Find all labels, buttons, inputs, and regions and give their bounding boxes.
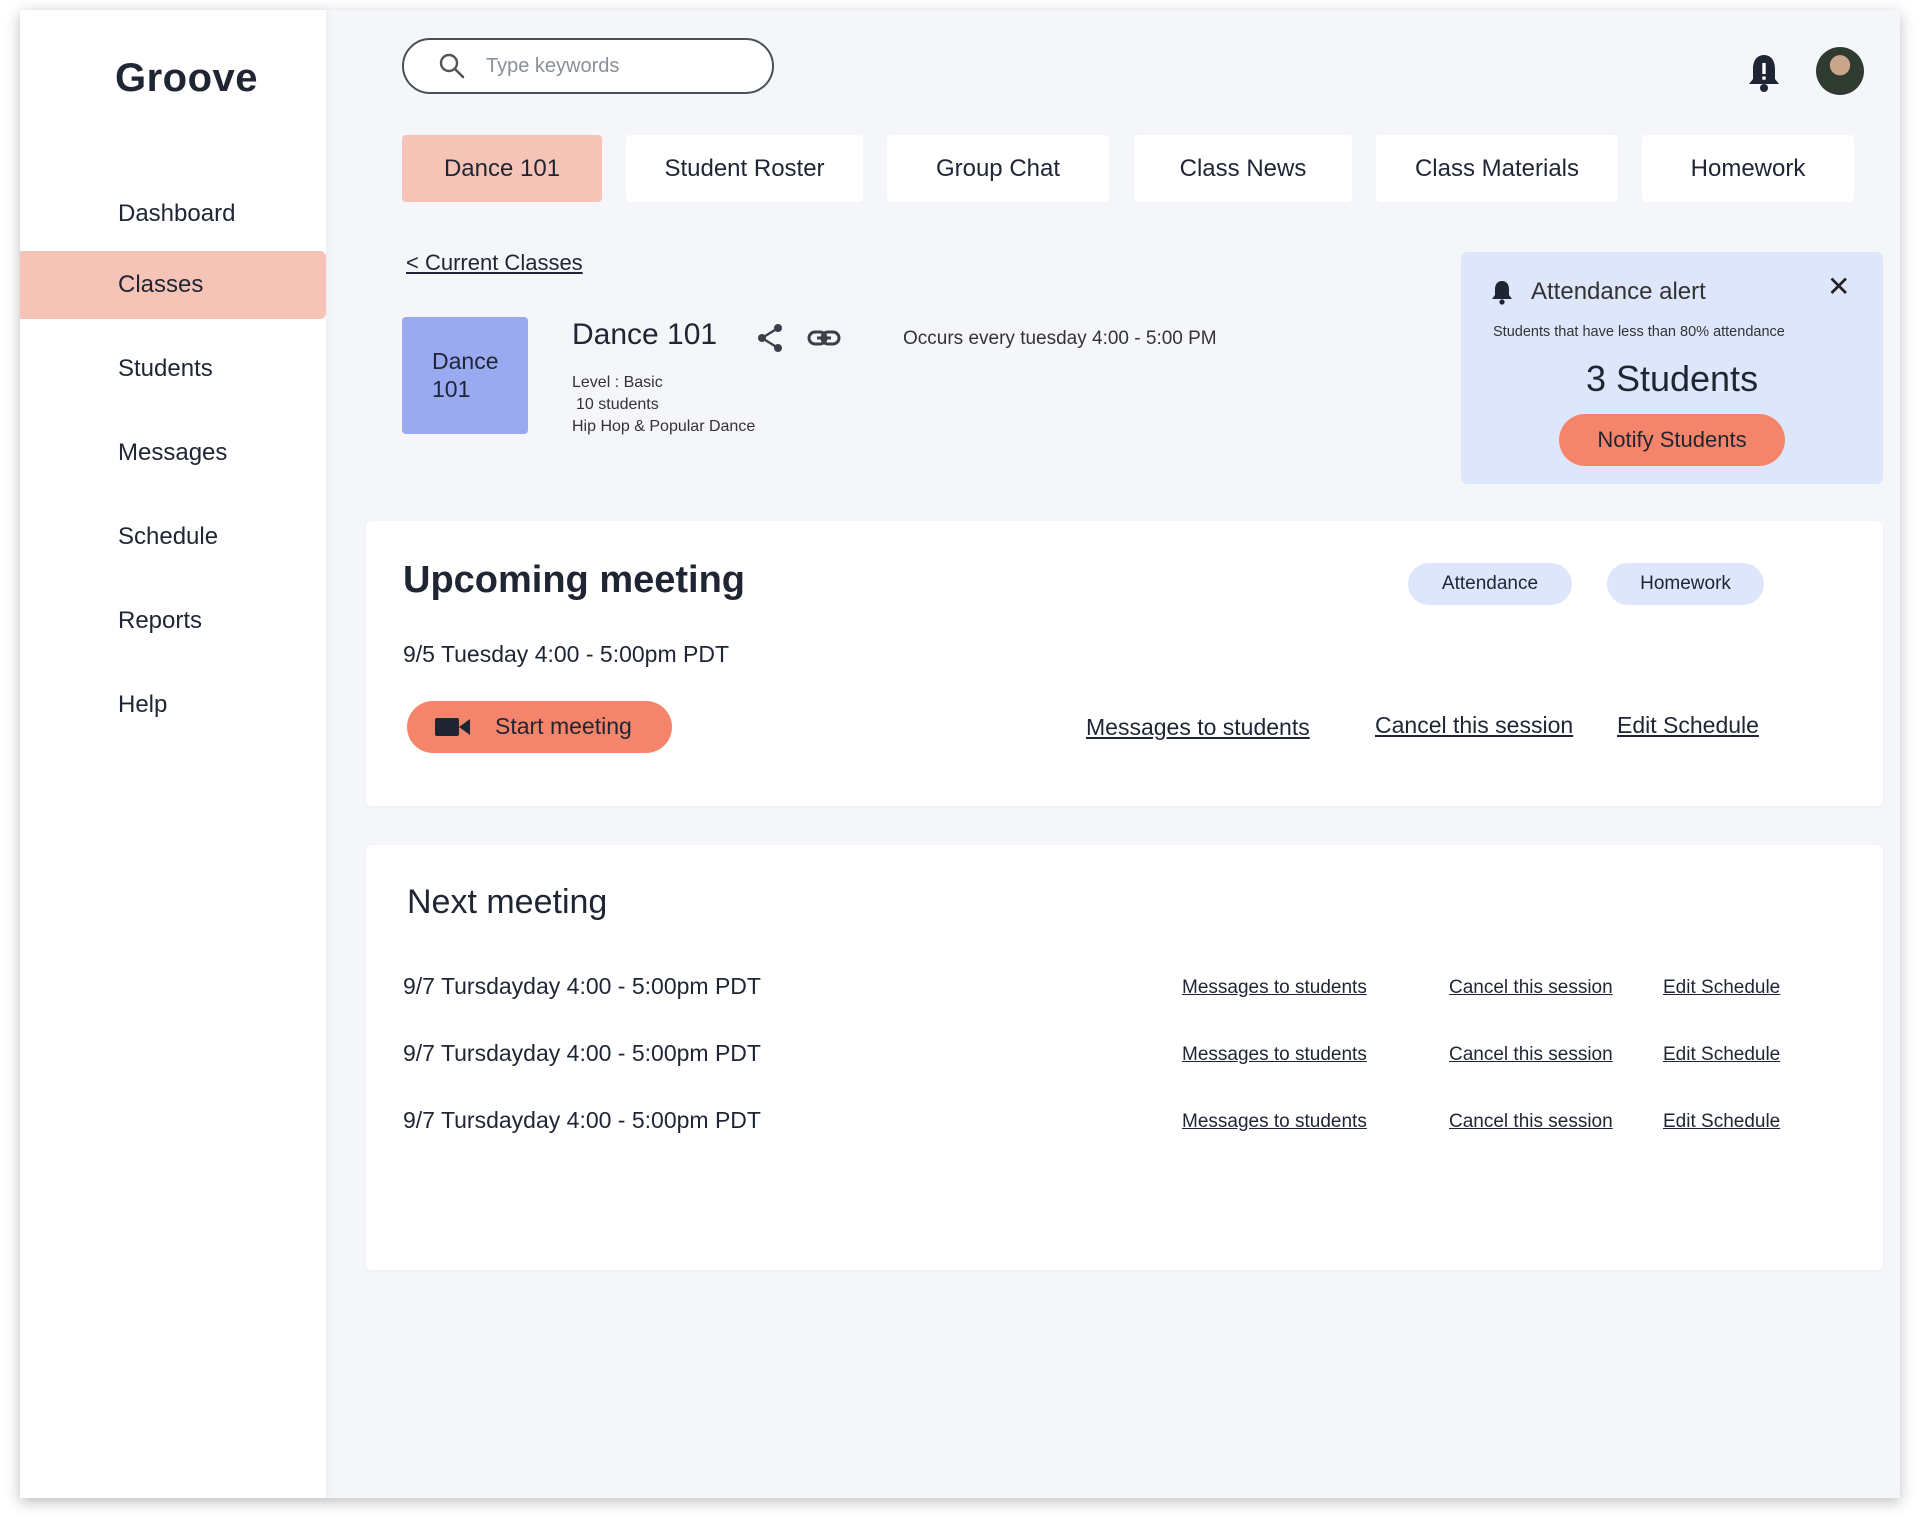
search-icon bbox=[439, 53, 465, 79]
class-genre: Hip Hop & Popular Dance bbox=[572, 418, 756, 435]
class-student-count: 10 students bbox=[576, 396, 659, 413]
messages-to-students-link[interactable]: Messages to students bbox=[1182, 1111, 1367, 1133]
back-to-current-classes-link[interactable]: < Current Classes bbox=[406, 250, 583, 276]
sidebar-item-dashboard[interactable]: Dashboard bbox=[20, 180, 326, 248]
notification-bell-icon[interactable] bbox=[1746, 52, 1782, 94]
close-icon[interactable]: ✕ bbox=[1827, 270, 1850, 303]
search-bar[interactable] bbox=[402, 38, 774, 94]
tab-dance-101[interactable]: Dance 101 bbox=[402, 135, 602, 202]
class-thumbnail: Dance 101 bbox=[402, 317, 528, 434]
meeting-date: 9/7 Tursdayday 4:00 - 5:00pm PDT bbox=[403, 1040, 761, 1066]
attendance-alert-count: 3 Students bbox=[1585, 358, 1759, 399]
class-meta: Level : Basic 10 students Hip Hop & Popu… bbox=[572, 372, 755, 438]
tab-class-materials[interactable]: Class Materials bbox=[1376, 135, 1618, 202]
start-meeting-button[interactable]: Start meeting bbox=[407, 701, 672, 753]
video-camera-icon bbox=[435, 718, 470, 736]
attendance-alert-panel: Attendance alert ✕ Students that have le… bbox=[1461, 252, 1883, 484]
sidebar-item-help[interactable]: Help bbox=[20, 671, 326, 739]
tab-student-roster[interactable]: Student Roster bbox=[626, 135, 863, 202]
upcoming-meeting-title: Upcoming meeting bbox=[403, 559, 746, 601]
list-item: 9/7 Tursdayday 4:00 - 5:00pm PDT Message… bbox=[366, 1040, 1883, 1080]
sidebar-item-reports[interactable]: Reports bbox=[20, 587, 326, 655]
edit-schedule-link[interactable]: Edit Schedule bbox=[1663, 1044, 1780, 1066]
homework-pill[interactable]: Homework bbox=[1607, 563, 1764, 605]
class-thumbnail-line2: 101 bbox=[432, 376, 471, 402]
start-meeting-label: Start meeting bbox=[495, 713, 632, 739]
messages-to-students-link[interactable]: Messages to students bbox=[1182, 1044, 1367, 1066]
attendance-pill[interactable]: Attendance bbox=[1408, 563, 1572, 605]
next-meeting-title: Next meeting bbox=[407, 883, 608, 921]
list-item: 9/7 Tursdayday 4:00 - 5:00pm PDT Message… bbox=[366, 1107, 1883, 1147]
tab-homework[interactable]: Homework bbox=[1642, 135, 1854, 202]
cancel-session-link[interactable]: Cancel this session bbox=[1449, 1044, 1613, 1066]
sidebar-item-schedule[interactable]: Schedule bbox=[20, 503, 326, 571]
class-title: Dance 101 bbox=[572, 318, 718, 351]
attendance-alert-title: Attendance alert bbox=[1531, 278, 1706, 305]
class-level: Level : Basic bbox=[572, 374, 663, 391]
attendance-alert-description: Students that have less than 80% attenda… bbox=[1493, 324, 1785, 340]
tab-group-chat[interactable]: Group Chat bbox=[887, 135, 1109, 202]
sidebar-item-classes[interactable]: Classes bbox=[20, 251, 326, 319]
edit-schedule-link[interactable]: Edit Schedule bbox=[1617, 712, 1759, 739]
bell-icon bbox=[1492, 281, 1512, 305]
link-icon[interactable] bbox=[806, 322, 842, 354]
notify-students-button[interactable]: Notify Students bbox=[1559, 414, 1785, 466]
cancel-session-link[interactable]: Cancel this session bbox=[1449, 977, 1613, 999]
upcoming-meeting-date: 9/5 Tuesday 4:00 - 5:00pm PDT bbox=[403, 641, 730, 667]
class-thumbnail-line1: Dance bbox=[432, 348, 499, 374]
sidebar-item-messages[interactable]: Messages bbox=[20, 419, 326, 487]
edit-schedule-link[interactable]: Edit Schedule bbox=[1663, 977, 1780, 999]
app-window: Groove Dashboard Classes Students Messag… bbox=[20, 10, 1900, 1498]
class-schedule-text: Occurs every tuesday 4:00 - 5:00 PM bbox=[903, 328, 1217, 349]
user-avatar[interactable] bbox=[1816, 47, 1864, 95]
search-input[interactable] bbox=[486, 50, 756, 82]
cancel-session-link[interactable]: Cancel this session bbox=[1375, 712, 1573, 739]
main-content: Dance 101 Student Roster Group Chat Clas… bbox=[326, 10, 1900, 1498]
meeting-date: 9/7 Tursdayday 4:00 - 5:00pm PDT bbox=[403, 1107, 761, 1133]
messages-to-students-link[interactable]: Messages to students bbox=[1086, 714, 1310, 741]
share-icon[interactable] bbox=[754, 322, 786, 354]
meeting-date: 9/7 Tursdayday 4:00 - 5:00pm PDT bbox=[403, 973, 761, 999]
upcoming-meeting-card: Upcoming meeting Attendance Homework 9/5… bbox=[366, 521, 1883, 806]
cancel-session-link[interactable]: Cancel this session bbox=[1449, 1111, 1613, 1133]
messages-to-students-link[interactable]: Messages to students bbox=[1182, 977, 1367, 999]
edit-schedule-link[interactable]: Edit Schedule bbox=[1663, 1111, 1780, 1133]
list-item: 9/7 Tursdayday 4:00 - 5:00pm PDT Message… bbox=[366, 973, 1883, 1013]
sidebar: Groove Dashboard Classes Students Messag… bbox=[20, 10, 326, 1498]
next-meeting-card: Next meeting 9/7 Tursdayday 4:00 - 5:00p… bbox=[366, 845, 1883, 1270]
app-logo: Groove bbox=[115, 56, 259, 100]
sidebar-item-students[interactable]: Students bbox=[20, 335, 326, 403]
tab-class-news[interactable]: Class News bbox=[1134, 135, 1352, 202]
